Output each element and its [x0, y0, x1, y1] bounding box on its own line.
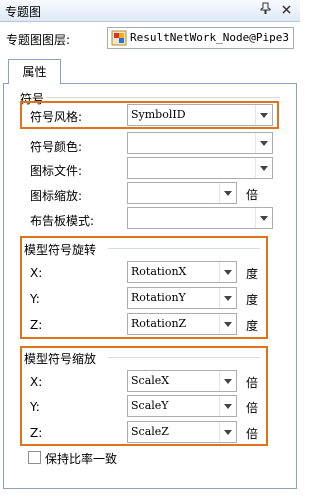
- symbol-style-label: 符号风格:: [30, 110, 83, 124]
- scale-group-divider: [108, 357, 260, 358]
- layer-icon: [111, 30, 127, 46]
- billboard-select[interactable]: [127, 207, 273, 229]
- rotation-z-unit: 度: [246, 319, 259, 333]
- rotation-group-label: 模型符号旋转: [24, 243, 97, 257]
- icon-file-select[interactable]: [127, 157, 273, 179]
- keep-ratio-checkbox[interactable]: [28, 451, 41, 464]
- icon-scale-select[interactable]: [127, 182, 237, 204]
- scale-y-value: ScaleY: [131, 399, 169, 412]
- chevron-down-icon[interactable]: [219, 288, 236, 308]
- rotation-z-value: RotationZ: [131, 317, 187, 330]
- layer-select[interactable]: ResultNetWork_Node@Pipe3: [107, 27, 294, 49]
- symbol-style-value: SymbolID: [131, 108, 186, 121]
- chevron-down-icon[interactable]: [255, 208, 272, 228]
- scale-x-select[interactable]: ScaleX: [127, 370, 237, 392]
- chevron-down-icon[interactable]: [255, 105, 272, 125]
- rotation-y-select[interactable]: RotationY: [127, 287, 237, 309]
- scale-z-select[interactable]: ScaleZ: [127, 421, 237, 443]
- chevron-down-icon[interactable]: [219, 371, 236, 391]
- scale-z-label: Z:: [30, 426, 43, 440]
- scale-x-label: X:: [30, 375, 43, 389]
- chevron-down-icon[interactable]: [219, 262, 236, 282]
- billboard-label: 布告板模式:: [30, 214, 95, 228]
- scale-x-value: ScaleX: [131, 374, 170, 387]
- rotation-z-select[interactable]: RotationZ: [127, 313, 237, 335]
- chevron-down-icon[interactable]: [219, 183, 236, 203]
- symbol-style-select[interactable]: SymbolID: [127, 104, 273, 126]
- chevron-down-icon[interactable]: [219, 314, 236, 334]
- panel-titlebar: 专题图: [0, 0, 300, 22]
- chevron-down-icon[interactable]: [219, 422, 236, 442]
- icon-file-label: 图标文件:: [30, 164, 83, 178]
- rotation-x-unit: 度: [246, 267, 259, 281]
- layer-value: ResultNetWork_Node@Pipe3: [130, 31, 289, 44]
- rotation-y-value: RotationY: [131, 291, 186, 304]
- rotation-y-unit: 度: [246, 293, 259, 307]
- scale-group-label: 模型符号缩放: [24, 352, 97, 366]
- panel-title: 专题图: [5, 5, 42, 19]
- scale-x-unit: 倍: [246, 376, 259, 390]
- symbol-color-select[interactable]: [127, 132, 273, 154]
- symbol-group-divider: [46, 97, 280, 98]
- scale-z-unit: 倍: [246, 427, 259, 441]
- close-icon[interactable]: [278, 2, 295, 19]
- chevron-down-icon[interactable]: [255, 158, 272, 178]
- scale-z-value: ScaleZ: [131, 425, 169, 438]
- keep-ratio-label[interactable]: 保持比率一致: [45, 450, 117, 467]
- rotation-x-select[interactable]: RotationX: [127, 261, 237, 283]
- chevron-down-icon[interactable]: [219, 396, 236, 416]
- scale-y-select[interactable]: ScaleY: [127, 395, 237, 417]
- rotation-group-divider: [108, 248, 260, 249]
- rotation-x-label: X:: [30, 266, 43, 280]
- layer-label: 专题图图层:: [6, 33, 71, 47]
- rotation-y-label: Y:: [30, 292, 40, 306]
- icon-scale-unit: 倍: [246, 188, 259, 202]
- rotation-x-value: RotationX: [131, 265, 187, 278]
- chevron-down-icon[interactable]: [255, 133, 272, 153]
- symbol-color-label: 符号颜色:: [30, 140, 83, 154]
- tab-properties[interactable]: 属性: [8, 59, 61, 84]
- scale-y-unit: 倍: [246, 401, 259, 415]
- scale-y-label: Y:: [30, 400, 40, 414]
- icon-scale-label: 图标缩放:: [30, 189, 83, 203]
- rotation-z-label: Z:: [30, 318, 43, 332]
- pin-icon[interactable]: [257, 2, 274, 19]
